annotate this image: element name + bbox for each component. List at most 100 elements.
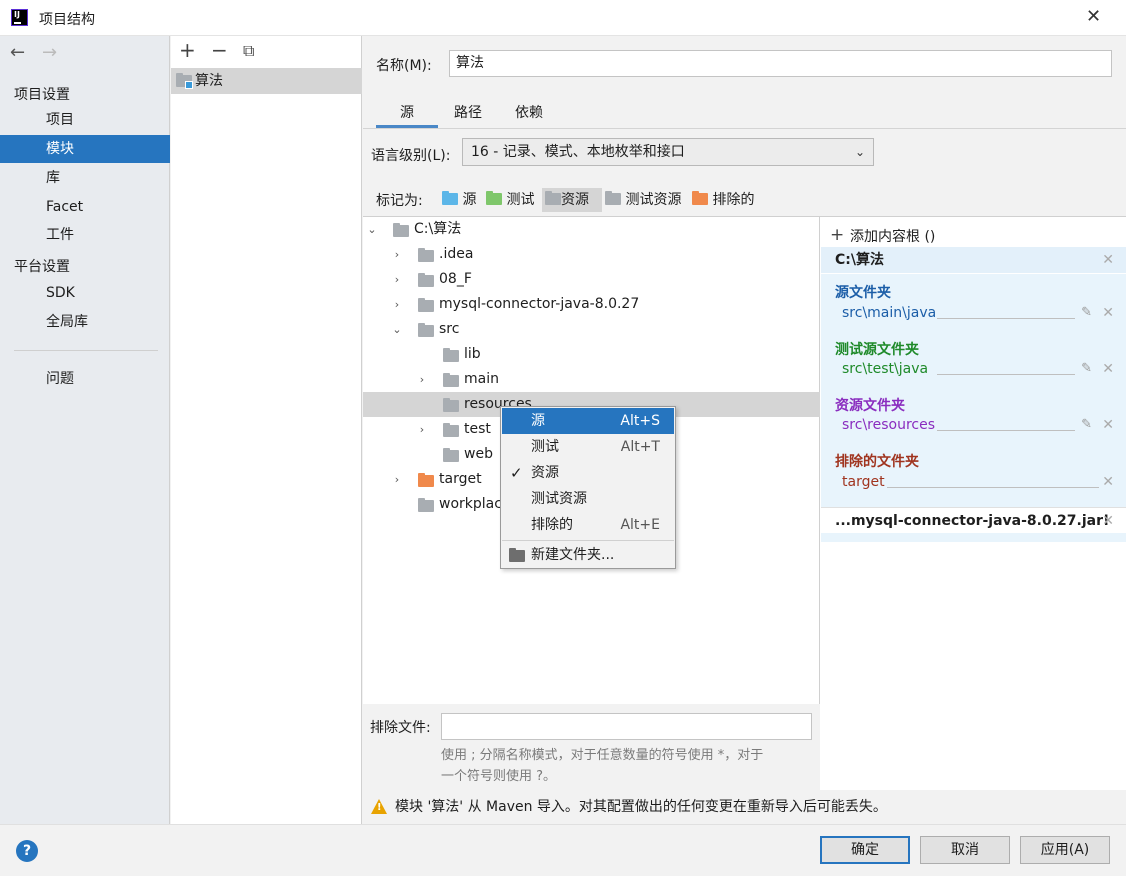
nav-section-project-settings: 项目设置 <box>14 87 70 103</box>
mark-excluded-button[interactable]: 排除的 <box>692 188 754 212</box>
collapsed-arrow-icon: › <box>394 473 400 486</box>
tree-label: main <box>464 371 499 387</box>
tree-label: C:\算法 <box>414 221 462 237</box>
remove-folder-icon[interactable]: ✕ <box>1102 305 1114 321</box>
language-level-select[interactable]: 16 - 记录、模式、本地枚举和接口 ⌄ <box>462 138 874 166</box>
intellij-logo-icon: IJ <box>11 9 28 26</box>
nav-item-project[interactable]: 项目 <box>0 106 170 134</box>
nav-item-artifacts[interactable]: 工件 <box>0 221 170 249</box>
menu-item-label: 测试资源 <box>531 491 587 507</box>
folder-icon <box>443 423 459 437</box>
nav-item-modules[interactable]: 模块 <box>0 135 170 163</box>
nav-item-libraries[interactable]: 库 <box>0 164 170 192</box>
copy-module-icon[interactable]: ⧉ <box>243 41 254 61</box>
chevron-down-icon: ⌄ <box>854 145 865 159</box>
nav-item-global-libraries[interactable]: 全局库 <box>0 308 170 336</box>
warning-text: 模块 '算法' 从 Maven 导入。对其配置做出的任何变更在重新导入后可能丢失… <box>395 799 887 815</box>
menu-item-sources[interactable]: 源 Alt+S <box>502 408 674 434</box>
back-arrow-icon[interactable]: ← <box>10 42 25 63</box>
menu-item-shortcut: Alt+E <box>620 517 660 533</box>
tab-divider <box>363 128 1126 129</box>
content-root-path: C:\算法 <box>835 252 884 268</box>
mark-sources-label: 源 <box>462 192 477 208</box>
folder-icon <box>418 248 434 262</box>
menu-item-label: 新建文件夹... <box>531 547 615 563</box>
title-bar <box>0 0 1126 36</box>
folder-icon <box>443 448 459 462</box>
tree-label: .idea <box>439 246 474 262</box>
mark-resources-label: 资源 <box>561 192 589 208</box>
excluded-folder-icon <box>418 473 434 487</box>
edit-pencil-icon[interactable]: ✎ <box>1081 417 1092 432</box>
content-root-footer <box>821 538 1126 542</box>
ok-button[interactable]: 确定 <box>820 836 910 864</box>
mark-sources-button[interactable]: 源 <box>442 188 476 212</box>
remove-root-icon[interactable]: ✕ <box>1102 247 1114 273</box>
source-folder-icon <box>442 191 458 205</box>
menu-item-new-folder[interactable]: 新建文件夹... <box>502 542 674 568</box>
help-icon[interactable]: ? <box>16 840 38 862</box>
nav-divider <box>14 350 158 351</box>
remove-folder-icon[interactable]: ✕ <box>1102 417 1114 433</box>
menu-item-tests[interactable]: 测试 Alt+T <box>502 434 674 460</box>
nav-item-sdk[interactable]: SDK <box>0 279 170 307</box>
mark-tests-button[interactable]: 测试 <box>486 188 534 212</box>
mark-tests-label: 测试 <box>506 192 535 208</box>
collapsed-arrow-icon: › <box>394 298 400 311</box>
mark-test-resources-button[interactable]: 测试资源 <box>605 188 681 212</box>
nav-item-problems[interactable]: 问题 <box>0 365 170 393</box>
checkmark-icon: ✓ <box>510 464 523 482</box>
edit-pencil-icon[interactable]: ✎ <box>1081 305 1092 320</box>
folder-icon <box>443 348 459 362</box>
content-root-header: C:\算法 ✕ <box>821 247 1126 273</box>
edit-pencil-icon[interactable]: ✎ <box>1081 361 1092 376</box>
path-underline <box>937 430 1075 431</box>
tab-paths[interactable]: 路径 <box>454 102 482 122</box>
tree-label: 08_F <box>439 271 472 287</box>
menu-item-label: 资源 <box>531 465 559 481</box>
module-folder-icon <box>176 72 193 89</box>
forward-arrow-icon[interactable]: → <box>42 42 57 63</box>
module-name-input[interactable]: 算法 <box>449 50 1112 77</box>
apply-button[interactable]: 应用(A) <box>1020 836 1110 864</box>
mark-as-label: 标记为: <box>376 193 423 209</box>
remove-folder-icon[interactable]: ✕ <box>1102 361 1114 377</box>
add-module-icon[interactable]: + <box>179 38 196 62</box>
cancel-button[interactable]: 取消 <box>920 836 1010 864</box>
expanded-arrow-icon: ⌄ <box>367 223 377 236</box>
tab-sources[interactable]: 源 <box>400 102 414 122</box>
folder-icon <box>418 298 434 312</box>
collapsed-arrow-icon: › <box>419 423 425 436</box>
folder-icon <box>418 323 434 337</box>
maven-warning: 模块 '算法' 从 Maven 导入。对其配置做出的任何变更在重新导入后可能丢失… <box>363 790 1126 824</box>
remove-folder-icon[interactable]: ✕ <box>1102 474 1114 490</box>
exclude-files-input[interactable] <box>441 713 812 740</box>
path-underline <box>887 487 1099 488</box>
menu-item-excluded[interactable]: 排除的 Alt+E <box>502 512 674 538</box>
remove-module-icon[interactable]: − <box>211 38 228 62</box>
tab-dependencies[interactable]: 依赖 <box>515 102 543 122</box>
language-level-label: 语言级别(L): <box>371 148 451 164</box>
tree-label: lib <box>464 346 481 362</box>
tree-label: target <box>439 471 482 487</box>
tree-label: mysql-connector-java-8.0.27 <box>439 296 640 312</box>
module-item-algorithm[interactable]: 算法 <box>171 68 362 94</box>
menu-item-shortcut: Alt+S <box>620 413 660 429</box>
resource-folder-icon <box>443 398 459 412</box>
menu-item-label: 测试 <box>531 439 559 455</box>
menu-item-resources[interactable]: ✓ 资源 <box>502 460 674 486</box>
menu-item-test-resources[interactable]: 测试资源 <box>502 486 674 512</box>
tests-folder-path: src\test\java <box>842 361 929 377</box>
mark-resources-button[interactable]: 资源 <box>542 188 602 212</box>
menu-item-shortcut: Alt+T <box>620 439 660 455</box>
add-content-root-button[interactable]: 添加内容根 () <box>850 226 935 246</box>
tree-label: web <box>464 446 493 462</box>
nav-item-facets[interactable]: Facet <box>0 193 170 221</box>
resources-folder-title: 资源文件夹 <box>835 398 905 414</box>
path-underline <box>937 318 1075 319</box>
exclude-files-label: 排除文件: <box>370 720 431 736</box>
language-level-value: 16 - 记录、模式、本地枚举和接口 <box>471 144 685 160</box>
close-icon[interactable]: ✕ <box>1086 6 1101 27</box>
remove-root-icon[interactable]: ✕ <box>1102 508 1114 534</box>
warning-icon: ! <box>371 799 387 814</box>
